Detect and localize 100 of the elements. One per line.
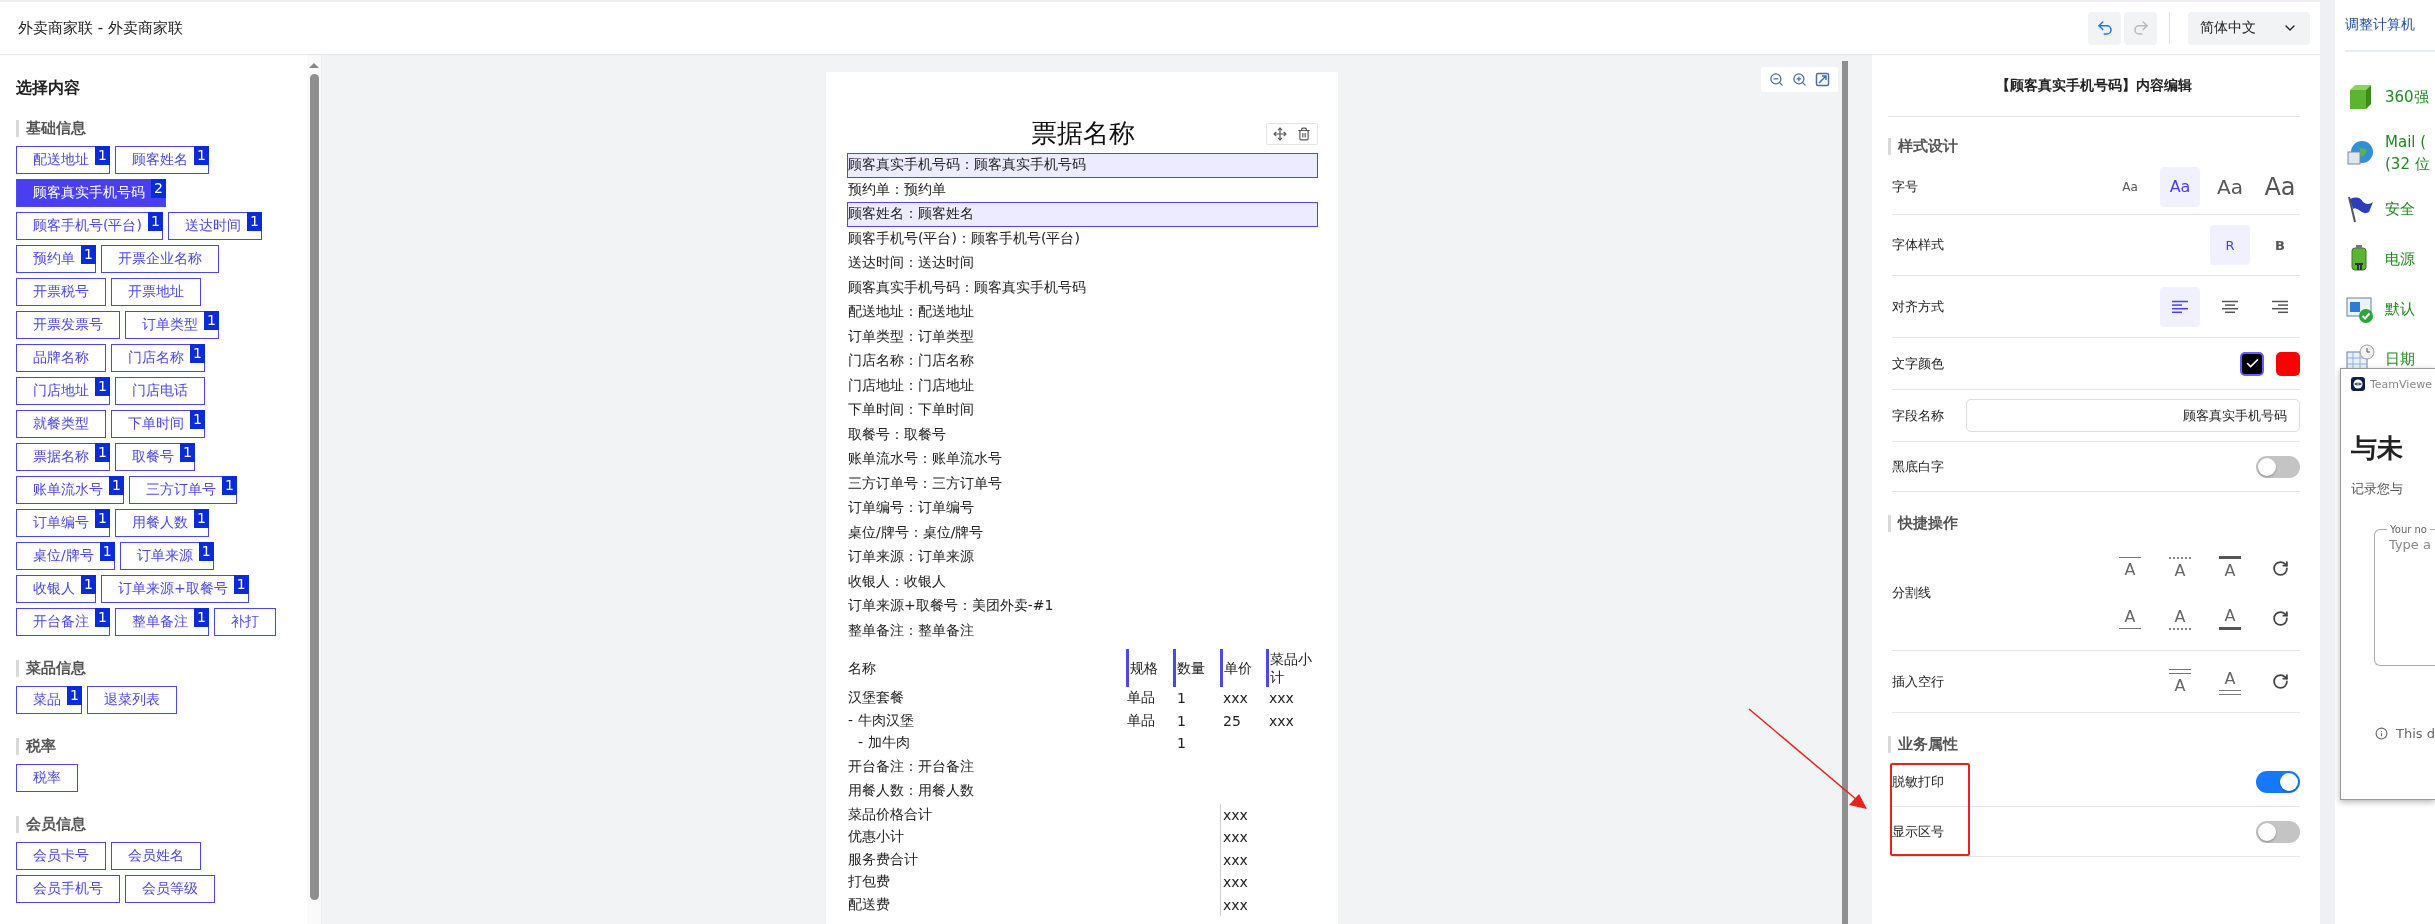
receipt-line[interactable]: 订单编号：订单编号 [847,496,1318,521]
font-size-option[interactable]: Aa [2260,166,2300,207]
blank-line-option[interactable]: A [2160,661,2200,702]
divider-style-option[interactable]: A [2160,598,2200,638]
toggle-switch[interactable] [2256,820,2300,843]
color-swatch[interactable] [2276,351,2300,376]
control-panel-link[interactable]: 调整计算机 [2345,0,2435,52]
zoom-in-icon[interactable] [1792,72,1807,87]
divider-style-option[interactable]: A [2110,548,2150,588]
field-tag[interactable]: 开票税号 [16,278,106,306]
scrollbar-thumb[interactable] [309,74,319,900]
language-select[interactable]: 简体中文 [2188,11,2310,45]
field-tag[interactable]: 整单备注 1 [115,608,209,636]
field-label: 显示区号 [1892,822,1944,841]
receipt-line[interactable]: 开台备注：开台备注 [847,754,1318,779]
receipt-line[interactable]: 订单来源：订单来源 [847,545,1318,570]
field-tag[interactable]: 账单流水号 1 [16,476,124,504]
field-tag[interactable]: 订单类型 1 [125,311,219,339]
field-tag[interactable]: 菜品 1 [16,686,82,714]
font-size-option[interactable]: Aa [2210,166,2250,207]
field-tag[interactable]: 开台备注 1 [16,608,110,636]
receipt-line[interactable]: 顾客真实手机号码：顾客真实手机号码 [847,275,1318,300]
divider-style-option[interactable]: A [2210,548,2250,588]
total-label: 配送费 [848,895,890,914]
receipt-line[interactable]: 订单来源+取餐号：美团外卖-#1 [847,594,1318,619]
field-tag[interactable]: 会员手机号 [16,875,120,903]
control-panel-item[interactable]: 360强 [2385,86,2429,108]
field-tag[interactable]: 开票企业名称 [101,245,219,273]
receipt-line[interactable]: 配送地址：配送地址 [847,300,1318,325]
divider-style-option[interactable]: A [2110,598,2150,638]
receipt-line[interactable]: 下单时间：下单时间 [847,398,1318,423]
zoom-out-icon[interactable] [1769,72,1784,87]
control-panel-item[interactable]: 电源 [2385,248,2415,270]
undo-button[interactable] [2088,11,2121,45]
reset-icon [2271,673,2289,690]
fit-screen-icon[interactable] [1815,72,1830,87]
field-tag[interactable]: 用餐人数 1 [115,509,209,537]
field-tag[interactable]: 门店地址 1 [16,377,110,405]
blank-line-option[interactable]: A [2210,661,2250,702]
field-tag[interactable]: 订单来源+取餐号 1 [101,575,249,603]
field-tag[interactable]: 开票地址 [111,278,201,306]
field-tag[interactable]: 顾客手机号(平台) 1 [16,212,163,240]
toggle-switch[interactable] [2256,455,2300,478]
receipt-line[interactable]: 送达时间：送达时间 [847,251,1318,276]
receipt-line[interactable]: 账单流水号：账单流水号 [847,447,1318,472]
receipt-line[interactable]: 门店地址：门店地址 [847,373,1318,398]
scrollbar-thumb[interactable] [1842,61,1848,924]
field-tag[interactable]: 顾客真实手机号码 2 [16,179,166,207]
receipt-line[interactable]: 用餐人数：用餐人数 [847,779,1318,804]
delete-icon[interactable] [1297,127,1311,141]
field-tag[interactable]: 会员姓名 [111,842,201,870]
field-tag[interactable]: 就餐类型 [16,410,106,438]
field-tag[interactable]: 品牌名称 [16,344,106,372]
field-tag[interactable]: 会员等级 [125,875,215,903]
field-tag[interactable]: 门店名称 1 [111,344,205,372]
field-tag[interactable]: 送达时间 1 [167,212,262,240]
divider-style-option[interactable]: A [2160,548,2200,588]
color-swatch[interactable] [2240,351,2264,376]
receipt-line[interactable]: 桌位/牌号：桌位/牌号 [847,520,1318,545]
field-tag[interactable]: 退菜列表 [87,686,177,714]
control-panel-item[interactable]: 安全 [2385,198,2415,220]
field-tag[interactable]: 桌位/牌号 1 [16,542,115,570]
receipt-line[interactable]: 整单备注：整单备注 [847,618,1318,643]
count-badge: 1 [190,410,205,429]
font-size-option[interactable]: Aa [2160,166,2200,207]
notes-field[interactable]: Your no Type a [2374,524,2435,666]
field-tag[interactable]: 会员卡号 [16,842,106,870]
field-tag[interactable]: 下单时间 1 [111,410,205,438]
field-tag[interactable]: 开票发票号 [16,311,120,339]
receipt-line[interactable]: 预约单：预约单 [847,177,1318,202]
field-tag[interactable]: 三方订单号 1 [129,476,237,504]
redo-icon [2131,19,2150,37]
divider-style-option[interactable]: A [2210,598,2250,638]
receipt-line[interactable]: 顾客手机号(平台)：顾客手机号(平台) [847,226,1318,251]
field-tag[interactable]: 税率 [16,764,78,792]
font-style-option[interactable]: R [2210,225,2250,265]
field-tag[interactable]: 顾客姓名 1 [115,146,209,174]
control-panel-item[interactable]: 日期 [2385,348,2415,370]
field-tag[interactable]: 预约单 1 [16,245,96,273]
field-tag[interactable]: 配送地址 1 [16,146,110,174]
control-panel-item[interactable]: Mail ( (32 位 [2385,131,2430,175]
receipt-line[interactable]: 收银人：收银人 [847,569,1318,594]
field-tag[interactable]: 补打 [214,608,276,636]
receipt-line[interactable]: 门店名称：门店名称 [847,349,1318,374]
field-tag[interactable]: 取餐号 1 [115,443,195,471]
field-tag[interactable]: 收银人 1 [16,575,96,603]
field-name-input[interactable]: 顾客真实手机号码 [1966,399,2300,432]
align-option[interactable] [2160,286,2200,327]
field-tag[interactable]: 订单编号 1 [16,509,110,537]
receipt-line[interactable]: 三方订单号：三方订单号 [847,471,1318,496]
control-panel-item[interactable]: 默认 [2385,298,2415,320]
toggle-switch[interactable] [2256,770,2300,793]
receipt-line[interactable]: 取餐号：取餐号 [847,422,1318,447]
field-tag[interactable]: 门店电话 [115,377,205,405]
move-icon[interactable] [1273,127,1287,141]
font-size-option[interactable]: Aa [2110,166,2150,207]
receipt-line[interactable]: 订单类型：订单类型 [847,324,1318,349]
field-tag[interactable]: 订单来源 1 [119,542,214,570]
field-tag[interactable]: 票据名称 1 [16,443,110,471]
font-style-option[interactable]: B [2260,225,2300,265]
